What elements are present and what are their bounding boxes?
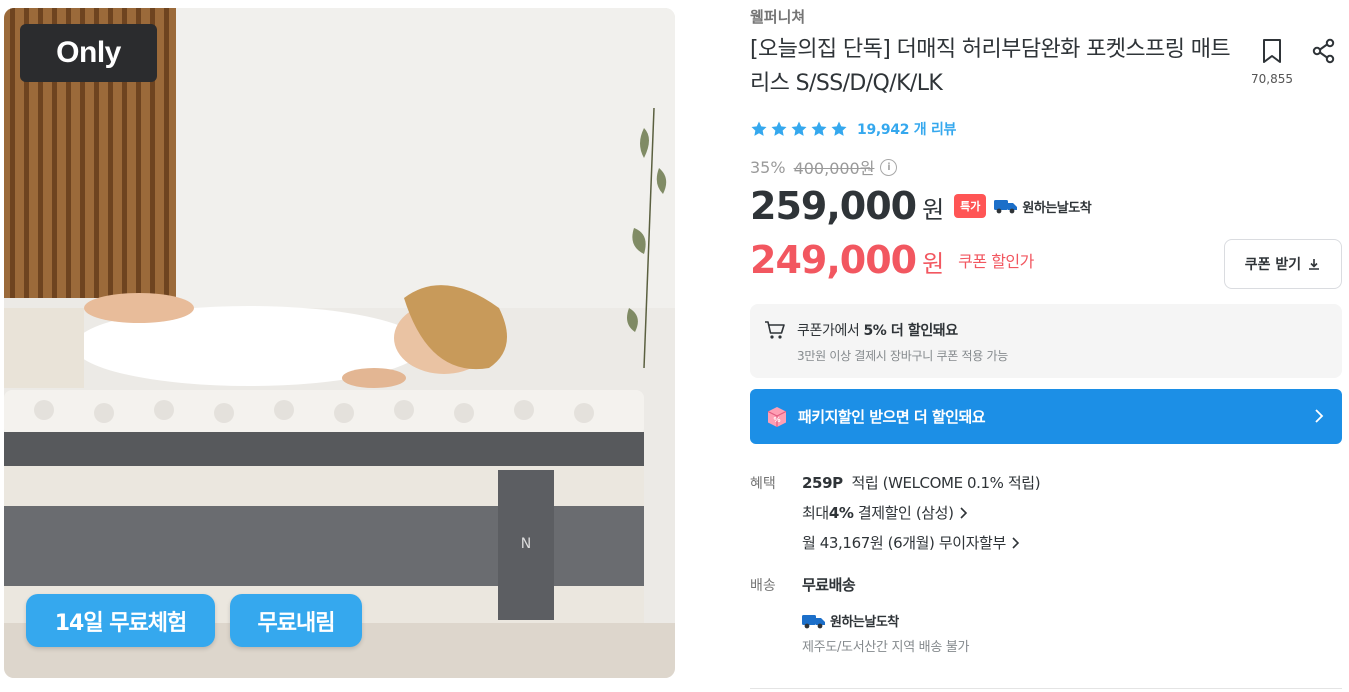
review-count-link[interactable]: 19,942 개 리뷰 bbox=[857, 119, 956, 139]
get-coupon-label: 쿠폰 받기 bbox=[1244, 257, 1302, 273]
bookmark-count: 70,855 bbox=[1251, 72, 1293, 86]
points-benefit: 259P 적립 (WELCOME 0.1% 적립) bbox=[802, 472, 1041, 493]
product-image[interactable]: N Only 14일 무료체험 무료내림 bbox=[4, 8, 675, 678]
installment-benefit[interactable]: 월 43,167원 (6개월) 무이자할부 bbox=[802, 532, 1020, 553]
bookmark-button[interactable] bbox=[1256, 38, 1288, 68]
card-discount-prefix: 최대 bbox=[802, 504, 829, 522]
package-discount-banner[interactable]: % 패키지할인 받으면 더 할인돼요 bbox=[750, 389, 1342, 444]
cart-notice-sub: 3만원 이상 결제시 장바구니 쿠폰 적용 가능 bbox=[797, 349, 1009, 363]
cart-coupon-notice: 쿠폰가에서 5% 더 할인돼요 3만원 이상 결제시 장바구니 쿠폰 적용 가능 bbox=[750, 304, 1342, 378]
brand-name[interactable]: 웰퍼니쳐 bbox=[750, 6, 805, 27]
delivery-truck-icon bbox=[994, 200, 1018, 214]
original-price: 400,000원 bbox=[793, 159, 875, 178]
chevron-right-icon bbox=[1012, 536, 1019, 549]
star-icon bbox=[791, 121, 807, 136]
share-icon bbox=[1312, 38, 1335, 64]
star-icon bbox=[831, 121, 847, 136]
currency-unit: 원 bbox=[922, 195, 945, 224]
svg-text:N: N bbox=[521, 536, 531, 552]
shipping-date-badge: 원하는날도착 bbox=[802, 611, 899, 630]
chevron-right-icon bbox=[1315, 409, 1324, 423]
card-discount-text: 결제할인 (삼성) bbox=[857, 504, 954, 522]
star-icon bbox=[771, 121, 787, 136]
cart-notice-highlight: 5% 더 할인돼요 bbox=[863, 323, 958, 339]
delivery-badge-label: 원하는날도착 bbox=[1022, 200, 1092, 216]
chevron-right-icon bbox=[959, 506, 967, 519]
mattress-photo: N bbox=[4, 8, 675, 678]
cart-icon bbox=[765, 321, 785, 339]
delivery-truck-icon bbox=[802, 614, 825, 628]
sale-price-row: 259,000 원 특가 원하는날도착 bbox=[750, 184, 1092, 228]
free-unloading-badge: 무료내림 bbox=[230, 594, 362, 647]
discount-row: 35% 400,000원 i bbox=[750, 155, 898, 179]
free-trial-badge: 14일 무료체험 bbox=[26, 594, 215, 647]
installment-text: 월 43,167원 (6개월) 무이자할부 bbox=[802, 534, 1006, 552]
special-deal-badge: 특가 bbox=[954, 194, 987, 218]
coupon-price-row: 249,000 원 쿠폰 할인가 bbox=[750, 238, 1034, 282]
star-icon bbox=[751, 121, 767, 136]
package-banner-label: 패키지할인 받으면 더 할인돼요 bbox=[798, 408, 986, 426]
download-icon bbox=[1309, 259, 1320, 270]
share-button[interactable] bbox=[1308, 38, 1340, 68]
coupon-currency-unit: 원 bbox=[922, 249, 945, 278]
coupon-price-label: 쿠폰 할인가 bbox=[958, 252, 1034, 271]
shipping-label: 배송 bbox=[750, 578, 776, 594]
cart-notice-prefix: 쿠폰가에서 bbox=[797, 323, 864, 339]
free-shipping: 무료배송 bbox=[802, 576, 856, 594]
desired-date-delivery-badge: 원하는날도착 bbox=[994, 197, 1092, 216]
points-amount: 259P bbox=[802, 473, 843, 492]
benefits-label: 혜택 bbox=[750, 476, 776, 492]
svg-text:%: % bbox=[773, 416, 780, 424]
package-box-icon: % bbox=[767, 406, 787, 427]
discount-rate: 35% bbox=[750, 157, 786, 177]
star-icon bbox=[811, 121, 827, 136]
cart-notice-main: 쿠폰가에서 5% 더 할인돼요 bbox=[797, 320, 958, 340]
only-badge: Only bbox=[20, 24, 157, 82]
bookmark-icon bbox=[1263, 39, 1281, 63]
card-discount-benefit[interactable]: 최대 4% 결제할인 (삼성) bbox=[802, 502, 968, 523]
rating-row[interactable]: 19,942 개 리뷰 bbox=[750, 119, 956, 139]
points-text: 적립 (WELCOME 0.1% 적립) bbox=[851, 474, 1041, 492]
coupon-price: 249,000 bbox=[750, 238, 917, 282]
product-title: [오늘의집 단독] 더매직 허리부담완화 포켓스프링 매트리스 S/SS/D/Q… bbox=[750, 37, 1231, 96]
rating-stars bbox=[750, 120, 848, 138]
divider bbox=[750, 688, 1342, 689]
get-coupon-button[interactable]: 쿠폰 받기 bbox=[1224, 239, 1342, 289]
shipping-badge-label: 원하는날도착 bbox=[830, 615, 899, 630]
info-icon[interactable]: i bbox=[880, 158, 898, 176]
card-discount-rate: 4% bbox=[828, 503, 854, 522]
sale-price: 259,000 bbox=[750, 184, 917, 228]
shipping-note: 제주도/도서산간 지역 배송 불가 bbox=[802, 640, 970, 655]
